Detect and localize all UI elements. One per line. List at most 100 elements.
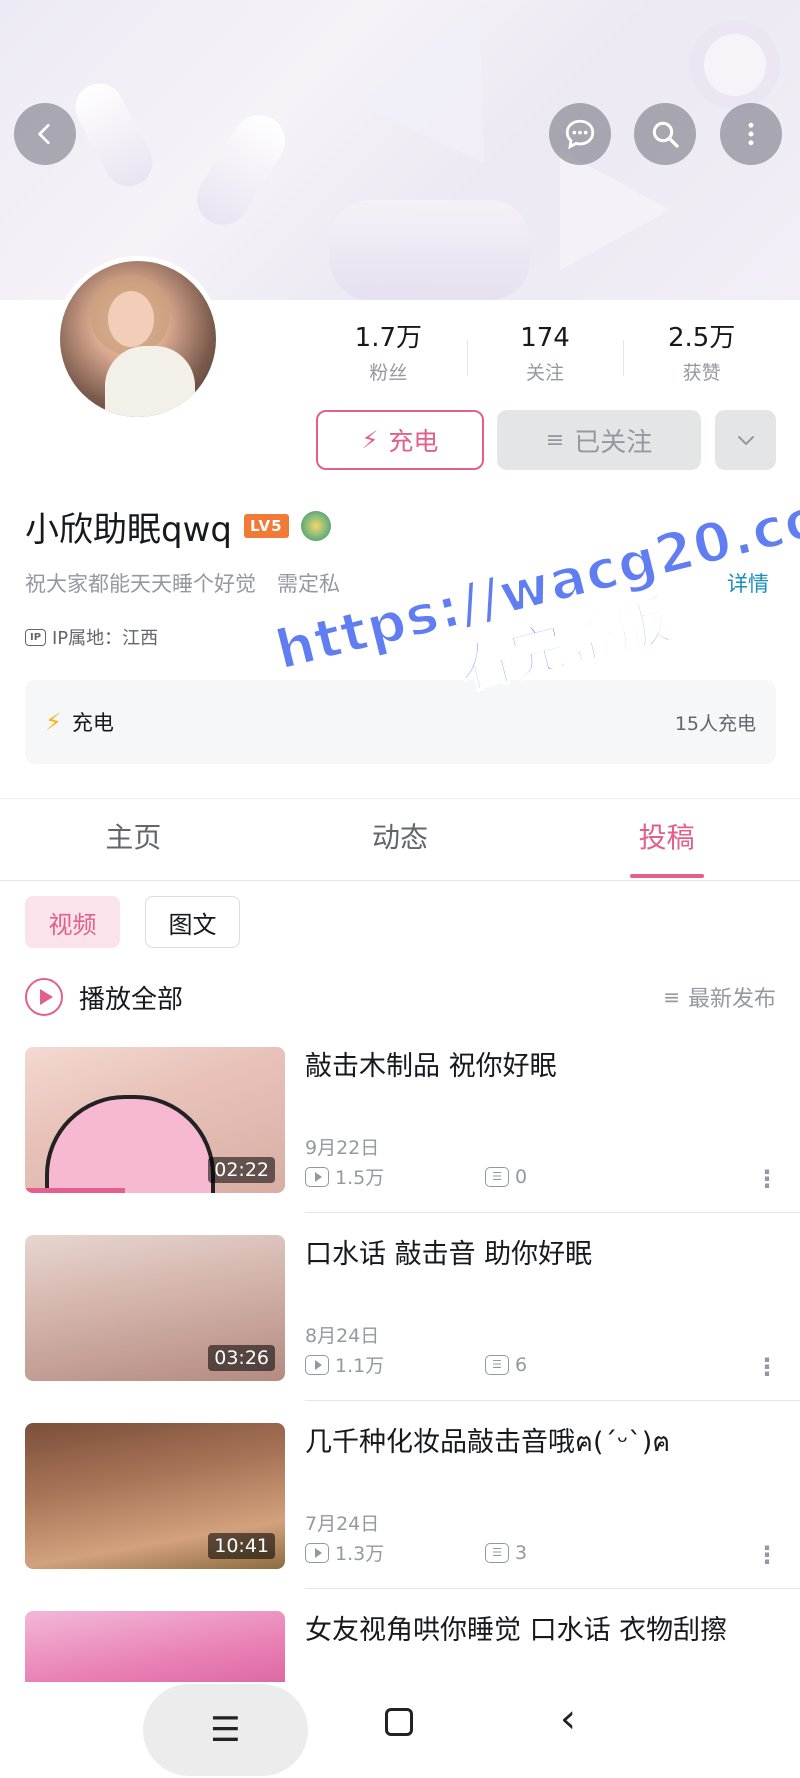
video-meta: 1.3万 ☰ 3 bbox=[305, 1539, 527, 1566]
search-button[interactable] bbox=[634, 103, 696, 165]
banner-decoration bbox=[187, 105, 295, 235]
stat-label: 关注 bbox=[526, 362, 565, 384]
divider bbox=[305, 1212, 800, 1213]
lightning-icon: ⚡ bbox=[361, 426, 379, 454]
banner-decoration bbox=[560, 150, 670, 270]
stat-value: 1.7万 bbox=[354, 323, 423, 353]
danmaku-icon: ☰ bbox=[485, 1166, 509, 1187]
lightning-icon: ⚡ bbox=[45, 708, 62, 736]
sort-dropdown[interactable]: ≡ 最新发布 bbox=[663, 981, 776, 1013]
video-list-item[interactable]: 02:22 敲击木制品 祝你好眠 9月22日 1.5万 ☰ 0 ⋮ bbox=[25, 1047, 785, 1197]
play-all-button[interactable]: 播放全部 bbox=[79, 979, 183, 1016]
ip-location: IP IP属地：江西 bbox=[25, 624, 158, 650]
video-thumbnail[interactable]: 10:41 bbox=[25, 1423, 285, 1569]
search-icon bbox=[652, 121, 679, 148]
charge-count: 15人充电 bbox=[674, 712, 756, 735]
ip-icon: IP bbox=[25, 628, 46, 646]
recent-apps-button[interactable]: ☰ bbox=[143, 1684, 308, 1776]
divider bbox=[0, 880, 800, 881]
banner-decoration bbox=[66, 75, 162, 195]
filter-video-chip[interactable]: 视频 bbox=[25, 896, 120, 948]
view-count: 1.1万 bbox=[335, 1355, 385, 1377]
bio-text: 祝大家都能天天睡个好觉 需定私 bbox=[25, 572, 340, 596]
profile-name-row: 小欣助眠qwq LV5 bbox=[25, 500, 331, 552]
play-count-icon bbox=[305, 1354, 329, 1375]
divider bbox=[0, 798, 800, 799]
banner-decoration bbox=[690, 20, 780, 110]
video-duration: 02:22 bbox=[208, 1157, 275, 1183]
menu-lines-icon: ≡ bbox=[545, 427, 565, 453]
video-title[interactable]: 敲击木制品 祝你好眠 bbox=[305, 1047, 557, 1087]
chat-bubble-icon bbox=[565, 119, 595, 150]
play-count-icon bbox=[305, 1542, 329, 1563]
sort-lines-icon: ≡ bbox=[663, 985, 680, 1009]
charge-button[interactable]: ⚡ 充电 bbox=[316, 410, 484, 470]
stat-likes[interactable]: 2.5万 获赞 bbox=[623, 318, 780, 398]
view-count: 1.5万 bbox=[335, 1167, 385, 1189]
tab-dynamics[interactable]: 动态 bbox=[267, 800, 534, 880]
stat-following[interactable]: 174 关注 bbox=[466, 318, 624, 398]
stat-value: 2.5万 bbox=[668, 323, 736, 353]
video-thumbnail[interactable]: 03:26 bbox=[25, 1235, 285, 1381]
expand-dropdown-button[interactable] bbox=[715, 410, 776, 470]
video-date: 8月24日 bbox=[305, 1325, 380, 1347]
video-title[interactable]: 口水话 敲击音 助你好眠 bbox=[305, 1235, 592, 1275]
chevron-left-icon bbox=[38, 123, 50, 145]
charge-card-title: 充电 bbox=[71, 711, 114, 735]
danmaku-icon: ☰ bbox=[485, 1542, 509, 1563]
video-more-icon[interactable]: ⋮ bbox=[755, 1541, 779, 1569]
stat-label: 粉丝 bbox=[369, 362, 408, 384]
chevron-down-icon bbox=[737, 436, 754, 446]
username: 小欣助眠qwq bbox=[25, 509, 232, 550]
video-date: 9月22日 bbox=[305, 1137, 380, 1159]
tab-home[interactable]: 主页 bbox=[0, 800, 267, 880]
danmaku-count: 0 bbox=[515, 1165, 528, 1188]
video-list-item[interactable]: 10:41 几千种化妆品敲击音哦ฅ(ˊᵕˋ)ฅ 7月24日 1.3万 ☰ 3 ⋮ bbox=[25, 1423, 785, 1573]
video-title[interactable]: 女友视角哄你睡觉 口水话 衣物刮擦 bbox=[305, 1611, 727, 1651]
video-more-icon[interactable]: ⋮ bbox=[755, 1353, 779, 1381]
video-duration: 03:26 bbox=[208, 1345, 275, 1371]
video-meta: 1.1万 ☰ 6 bbox=[305, 1351, 527, 1378]
video-title[interactable]: 几千种化妆品敲击音哦ฅ(ˊᵕˋ)ฅ bbox=[305, 1423, 670, 1463]
back-button[interactable] bbox=[14, 103, 76, 165]
danmaku-count: 3 bbox=[515, 1541, 528, 1564]
video-more-icon[interactable]: ⋮ bbox=[755, 1165, 779, 1193]
banner-decoration bbox=[330, 200, 530, 300]
danmaku-count: 6 bbox=[515, 1353, 528, 1376]
followed-button-label: 已关注 bbox=[574, 427, 653, 458]
stat-value: 174 bbox=[520, 323, 570, 353]
stat-followers[interactable]: 1.7万 粉丝 bbox=[310, 318, 467, 398]
play-all-icon[interactable] bbox=[25, 978, 63, 1016]
filter-article-chip[interactable]: 图文 bbox=[145, 896, 240, 948]
list-header: 播放全部 ≡ 最新发布 bbox=[25, 974, 776, 1020]
danmaku-icon: ☰ bbox=[485, 1354, 509, 1375]
sort-label: 最新发布 bbox=[687, 987, 776, 1012]
divider bbox=[305, 1400, 800, 1401]
stat-label: 获赞 bbox=[682, 362, 721, 384]
video-duration: 10:41 bbox=[208, 1533, 275, 1559]
back-arrow-icon[interactable]: ‹ bbox=[560, 1696, 576, 1742]
charge-button-label: 充电 bbox=[388, 427, 439, 456]
banner-decoration bbox=[356, 0, 544, 164]
view-count: 1.3万 bbox=[335, 1543, 385, 1565]
profile-tabs: 主页 动态 投稿 bbox=[0, 800, 800, 880]
home-square-icon[interactable] bbox=[385, 1708, 413, 1736]
play-count-icon bbox=[305, 1166, 329, 1187]
medal-icon[interactable] bbox=[300, 511, 331, 541]
menu-lines-icon: ☰ bbox=[210, 1710, 241, 1750]
vertical-dots-icon bbox=[748, 122, 754, 146]
profile-stats: 1.7万 粉丝 174 关注 2.5万 获赞 bbox=[310, 318, 780, 398]
message-button[interactable] bbox=[549, 103, 611, 165]
video-date: 7月24日 bbox=[305, 1513, 380, 1535]
video-thumbnail[interactable]: 02:22 bbox=[25, 1047, 285, 1193]
watch-progress-bar bbox=[25, 1188, 125, 1193]
system-navigation-bar: ☰ ‹ bbox=[0, 1682, 800, 1778]
divider bbox=[305, 1588, 800, 1589]
tab-uploads[interactable]: 投稿 bbox=[533, 800, 800, 880]
avatar[interactable] bbox=[55, 256, 221, 422]
level-badge: LV5 bbox=[243, 514, 289, 538]
video-list-item[interactable]: 03:26 口水话 敲击音 助你好眠 8月24日 1.1万 ☰ 6 ⋮ bbox=[25, 1235, 785, 1385]
video-meta: 1.5万 ☰ 0 bbox=[305, 1163, 527, 1190]
followed-button[interactable]: ≡ 已关注 bbox=[497, 410, 701, 470]
more-options-button[interactable] bbox=[720, 103, 782, 165]
